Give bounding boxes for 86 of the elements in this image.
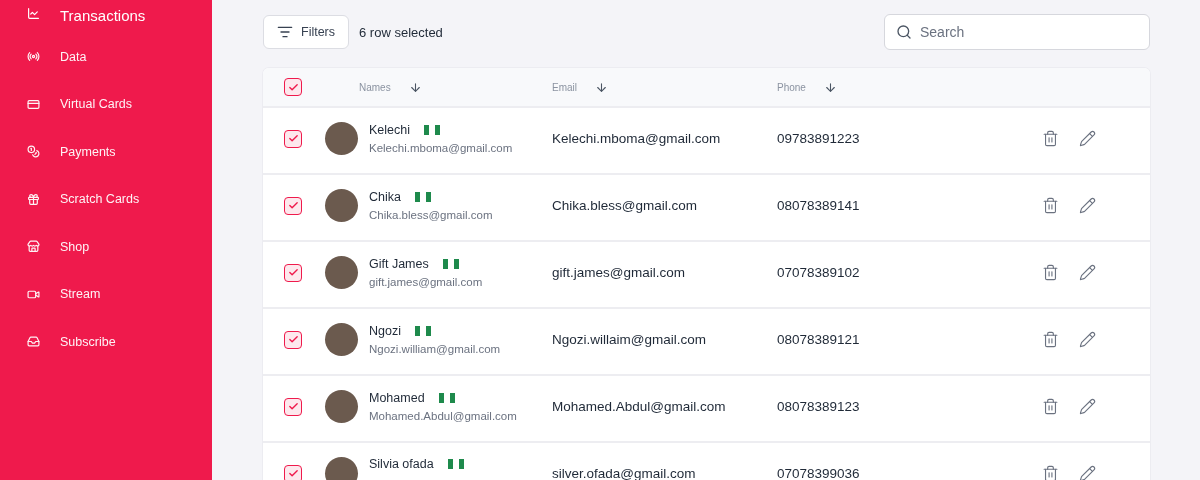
email-cell-text: Ngozi.willaim@gmail.com (552, 332, 707, 347)
sidebar-item[interactable]: Shop (0, 223, 212, 271)
user-name: Mohamed (369, 391, 425, 405)
delete-button[interactable] (1042, 264, 1059, 281)
search-field[interactable]: Search (884, 14, 1150, 50)
sidebar-item[interactable]: Stream (0, 270, 212, 318)
phone-cell-text: 07078389102 (777, 265, 861, 280)
phone-cell-text: 08078389121 (777, 332, 861, 347)
check-icon (287, 401, 299, 412)
column-header: Names (359, 81, 391, 93)
sort-icon[interactable] (823, 80, 837, 94)
user-email: Kelechi.mboma@gmail.com (369, 142, 513, 154)
coins-icon (27, 145, 40, 159)
check-icon (287, 200, 299, 211)
gift-icon (27, 192, 40, 206)
user-email: Mohamed.Abdul@gmail.com (369, 410, 517, 422)
user-name: Chika (369, 190, 401, 204)
sort-icon[interactable] (595, 80, 608, 94)
avatar (325, 390, 358, 423)
check-icon (287, 468, 299, 479)
avatar (325, 122, 358, 155)
sidebar-item[interactable]: Transactions (0, 7, 212, 33)
email-cell-text: gift.james@gmail.com (552, 265, 686, 280)
user-email: Ngozi.william@gmail.com (369, 343, 501, 355)
selection-count: 6 row selected (359, 24, 443, 40)
flag-icon (414, 326, 431, 336)
user-email: gift.james@gmail.com (369, 276, 483, 288)
inbox-icon (27, 335, 40, 349)
email-cell-text: Chika.bless@gmail.com (552, 198, 698, 213)
row-checkbox[interactable] (284, 464, 302, 480)
flag-icon (414, 192, 431, 202)
edit-button[interactable] (1079, 331, 1096, 348)
user-name: Gift James (369, 257, 429, 271)
filter-icon (277, 24, 293, 40)
sort-icon[interactable] (408, 80, 422, 94)
sidebar-item[interactable]: Data (0, 33, 212, 81)
user-name: Silvia ofada (369, 457, 434, 471)
email-cell-text: silver.ofada@gmail.com (552, 466, 697, 480)
delete-button[interactable] (1042, 197, 1059, 214)
flag-icon (438, 393, 455, 403)
sidebar-item[interactable]: Scratch Cards (0, 175, 212, 223)
edit-button[interactable] (1079, 264, 1096, 281)
user-name: Ngozi (369, 324, 401, 338)
sidebar-item[interactable]: Payments (0, 128, 212, 176)
search-icon (896, 24, 912, 40)
phone-cell-text: 07078399036 (777, 466, 861, 480)
row-checkbox[interactable] (284, 397, 302, 416)
flag-icon (447, 459, 464, 469)
check-icon (287, 133, 299, 144)
chart-icon (27, 7, 40, 20)
avatar (325, 323, 358, 356)
row-checkbox[interactable] (284, 263, 302, 282)
edit-button[interactable] (1079, 130, 1096, 147)
email-cell-text: Kelechi.mboma@gmail.com (552, 131, 722, 146)
email-cell-text: Mohamed.Abdul@gmail.com (552, 399, 727, 414)
sidebar-item[interactable]: Subscribe (0, 318, 212, 366)
avatar (325, 256, 358, 289)
row-checkbox[interactable] (284, 129, 302, 148)
signal-icon (27, 50, 40, 64)
delete-button[interactable] (1042, 398, 1059, 415)
check-icon (287, 334, 299, 345)
delete-button[interactable] (1042, 130, 1059, 147)
row-checkbox[interactable] (284, 196, 302, 215)
filters-button[interactable]: Filters (263, 15, 350, 49)
phone-cell-text: 08078389141 (777, 198, 861, 213)
check-icon (287, 81, 299, 93)
sidebar-item[interactable]: Virtual Cards (0, 80, 212, 128)
flag-icon (424, 125, 440, 135)
user-name: Kelechi (369, 123, 410, 137)
column-header: Email (552, 81, 577, 93)
edit-button[interactable] (1079, 398, 1096, 415)
row-checkbox[interactable] (284, 330, 302, 349)
store-icon (27, 240, 40, 254)
delete-button[interactable] (1042, 465, 1059, 480)
phone-cell-text: 09783891223 (777, 131, 861, 146)
user-email: Chika.bless@gmail.com (369, 209, 493, 221)
flag-icon (442, 259, 459, 269)
edit-button[interactable] (1079, 465, 1096, 480)
delete-button[interactable] (1042, 331, 1059, 348)
avatar (325, 189, 358, 222)
phone-cell-text: 08078389123 (777, 399, 861, 414)
edit-button[interactable] (1079, 197, 1096, 214)
card-icon (27, 97, 40, 111)
column-header: Phone (777, 81, 806, 93)
select-all-checkbox[interactable] (284, 78, 302, 96)
check-icon (287, 267, 299, 278)
